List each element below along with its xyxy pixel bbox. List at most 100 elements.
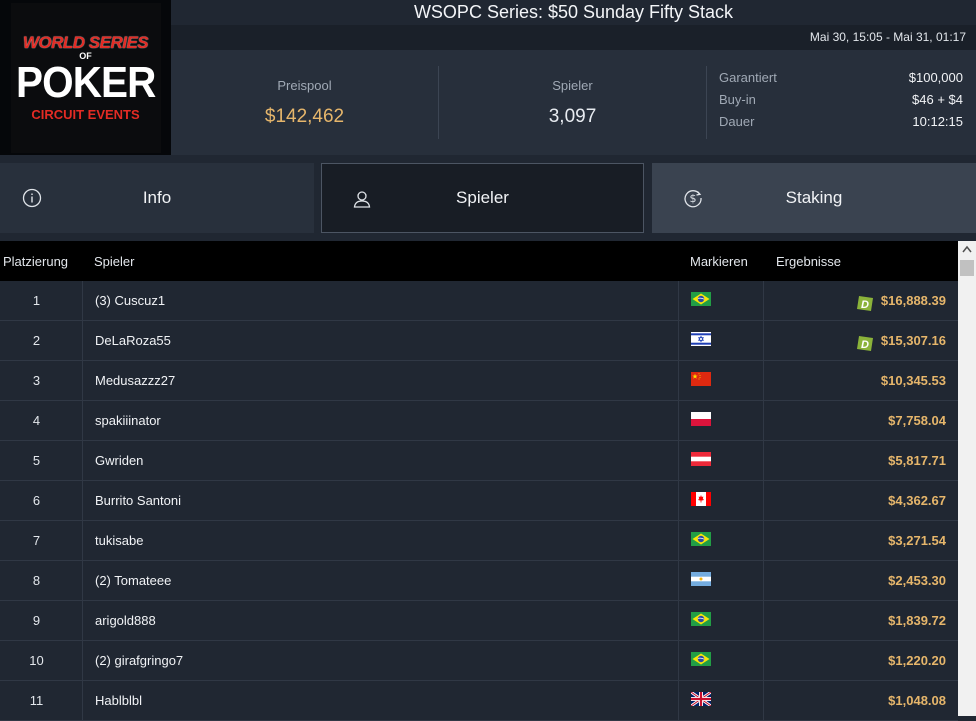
row-result: $1,839.72 — [764, 601, 946, 641]
detail-key: Buy-in — [719, 92, 756, 107]
row-mark-cell — [678, 441, 764, 481]
detail-row-buyin: Buy-in $46 + $4 — [719, 92, 963, 114]
table-row[interactable]: 4 spakiiinator $7,758.04 — [0, 401, 958, 441]
header-mark[interactable]: Markieren — [690, 254, 748, 269]
row-result: $2,453.30 — [764, 561, 946, 601]
prizepool-label: Preispool — [277, 78, 332, 93]
tab-spieler-label: Spieler — [456, 188, 509, 207]
poland-flag-icon — [691, 412, 711, 426]
result-amount: $1,048.08 — [888, 693, 946, 708]
players-stat: Spieler 3,097 — [439, 50, 706, 155]
row-place: 8 — [32, 573, 41, 588]
table-row[interactable]: 2 DeLaRoza55 D $15,307.16 — [0, 321, 958, 361]
row-player-name[interactable]: (3) Cuscuz1 — [82, 281, 678, 321]
row-player-name[interactable]: spakiiinator — [82, 401, 678, 441]
stat-divider — [706, 66, 707, 139]
svg-text:D: D — [861, 299, 869, 311]
row-result: $5,817.71 — [764, 441, 946, 481]
tab-staking[interactable]: $ Staking — [652, 163, 976, 233]
row-mark-cell — [678, 681, 764, 721]
brazil-flag-icon — [691, 532, 711, 546]
tab-staking-label: Staking — [785, 188, 843, 207]
tournament-title: WSOPC Series: $50 Sunday Fifty Stack — [171, 0, 976, 25]
scrollbar-thumb[interactable] — [960, 260, 974, 276]
row-mark-cell — [678, 281, 764, 321]
table-row[interactable]: 9 arigold888 $1,839.72 — [0, 601, 958, 641]
row-place: 7 — [32, 533, 41, 548]
row-result: $10,345.53 — [764, 361, 946, 401]
row-player-name[interactable]: arigold888 — [82, 601, 678, 641]
table-row[interactable]: 10 (2) girafgringo7 $1,220.20 — [0, 641, 958, 681]
row-place: 9 — [32, 613, 41, 628]
tab-info[interactable]: Info — [0, 163, 314, 233]
row-place: 3 — [32, 373, 41, 388]
row-result: $7,758.04 — [764, 401, 946, 441]
table-row[interactable]: 3 Medusazzz27 $10,345.53 — [0, 361, 958, 401]
row-player-name[interactable]: DeLaRoza55 — [82, 321, 678, 361]
row-player-name[interactable]: Gwriden — [82, 441, 678, 481]
detail-value: 10:12:15 — [912, 114, 963, 129]
header-place[interactable]: Platzierung — [3, 254, 68, 269]
result-amount: $3,271.54 — [888, 533, 946, 548]
scroll-up-button[interactable] — [958, 241, 976, 258]
tab-info-label: Info — [142, 188, 172, 207]
result-amount: $2,453.30 — [888, 573, 946, 588]
detail-value: $46 + $4 — [912, 92, 963, 107]
result-amount: $1,839.72 — [888, 613, 946, 628]
austria-flag-icon — [691, 452, 711, 466]
row-player-name[interactable]: (2) girafgringo7 — [82, 641, 678, 681]
table-row[interactable]: 11 Hablblbl $1,048.08 — [0, 681, 958, 721]
tournament-date-range: Mai 30, 15:05 - Mai 31, 01:17 — [171, 25, 976, 50]
row-mark-cell — [678, 641, 764, 681]
brazil-flag-icon — [691, 652, 711, 666]
row-player-name[interactable]: Medusazzz27 — [82, 361, 678, 401]
china-flag-icon — [691, 372, 711, 386]
row-place: 1 — [32, 293, 41, 308]
table-body: 1 (3) Cuscuz1 D $16,888.39 2 DeLaRoza55 D $15,3… — [0, 281, 958, 721]
row-player-name[interactable]: tukisabe — [82, 521, 678, 561]
row-player-name[interactable]: (2) Tomateee — [82, 561, 678, 601]
row-result: D $16,888.39 — [764, 281, 946, 321]
israel-flag-icon — [691, 332, 711, 346]
deal-badge-icon: D — [855, 290, 875, 311]
header-player[interactable]: Spieler — [94, 254, 134, 269]
prizepool-value: $142,462 — [264, 106, 345, 127]
row-result: D $15,307.16 — [764, 321, 946, 361]
row-result: $3,271.54 — [764, 521, 946, 561]
svg-text:D: D — [861, 339, 869, 351]
detail-row-guaranteed: Garantiert $100,000 — [719, 70, 963, 92]
players-label: Spieler — [552, 78, 593, 93]
user-icon — [353, 191, 371, 208]
wsop-circuit-logo: WORLD SERIES OF POKER CIRCUIT EVENTS — [0, 0, 171, 155]
detail-row-duration: Dauer 10:12:15 — [719, 114, 963, 136]
argentina-flag-icon — [691, 572, 711, 586]
result-amount: $15,307.16 — [880, 333, 946, 348]
row-place: 6 — [32, 493, 41, 508]
table-row[interactable]: 1 (3) Cuscuz1 D $16,888.39 — [0, 281, 958, 321]
row-mark-cell — [678, 361, 764, 401]
detail-value: $100,000 — [908, 70, 963, 85]
result-amount: $7,758.04 — [888, 413, 946, 428]
table-row[interactable]: 6 Burrito Santoni $4,362.67 — [0, 481, 958, 521]
row-player-name[interactable]: Hablblbl — [82, 681, 678, 721]
table-row[interactable]: 5 Gwriden $5,817.71 — [0, 441, 958, 481]
row-result: $1,048.08 — [764, 681, 946, 721]
result-amount: $16,888.39 — [880, 293, 946, 308]
tab-spieler[interactable]: Spieler — [321, 163, 644, 233]
header-results[interactable]: Ergebnisse — [776, 254, 841, 269]
brazil-flag-icon — [691, 612, 711, 626]
logo-text-circuit-events: CIRCUIT EVENTS — [31, 107, 140, 122]
caret-up-icon — [962, 245, 972, 253]
row-mark-cell — [678, 521, 764, 561]
svg-text:$: $ — [690, 192, 697, 205]
row-player-name[interactable]: Burrito Santoni — [82, 481, 678, 521]
row-place: 11 — [29, 693, 44, 708]
table-row[interactable]: 8 (2) Tomateee $2,453.30 — [0, 561, 958, 601]
row-mark-cell — [678, 481, 764, 521]
row-mark-cell — [678, 561, 764, 601]
table-row[interactable]: 7 tukisabe $3,271.54 — [0, 521, 958, 561]
info-icon — [22, 188, 42, 208]
prizepool-stat: Preispool $142,462 — [171, 50, 438, 155]
vertical-scrollbar[interactable] — [958, 241, 976, 716]
deal-badge-icon: D — [855, 330, 875, 351]
